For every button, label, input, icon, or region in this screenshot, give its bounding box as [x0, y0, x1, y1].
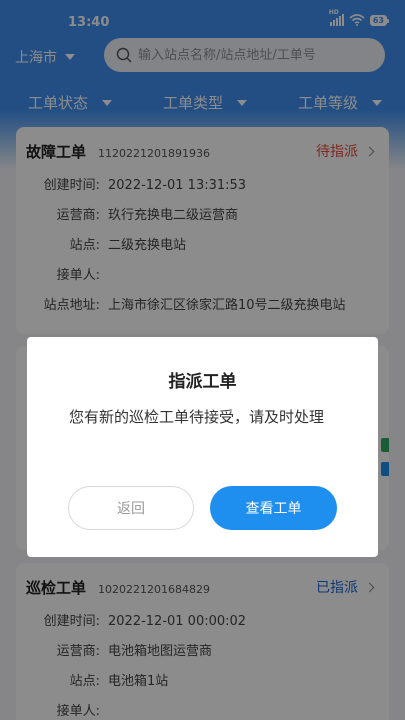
assign-order-dialog: 指派工单 您有新的巡检工单待接受，请及时处理 返回 查看工单 — [27, 337, 378, 557]
back-button[interactable]: 返回 — [68, 486, 194, 530]
dialog-message: 您有新的巡检工单待接受，请及时处理 — [69, 408, 325, 426]
view-order-button[interactable]: 查看工单 — [210, 486, 337, 530]
dialog-title: 指派工单 — [168, 372, 237, 392]
